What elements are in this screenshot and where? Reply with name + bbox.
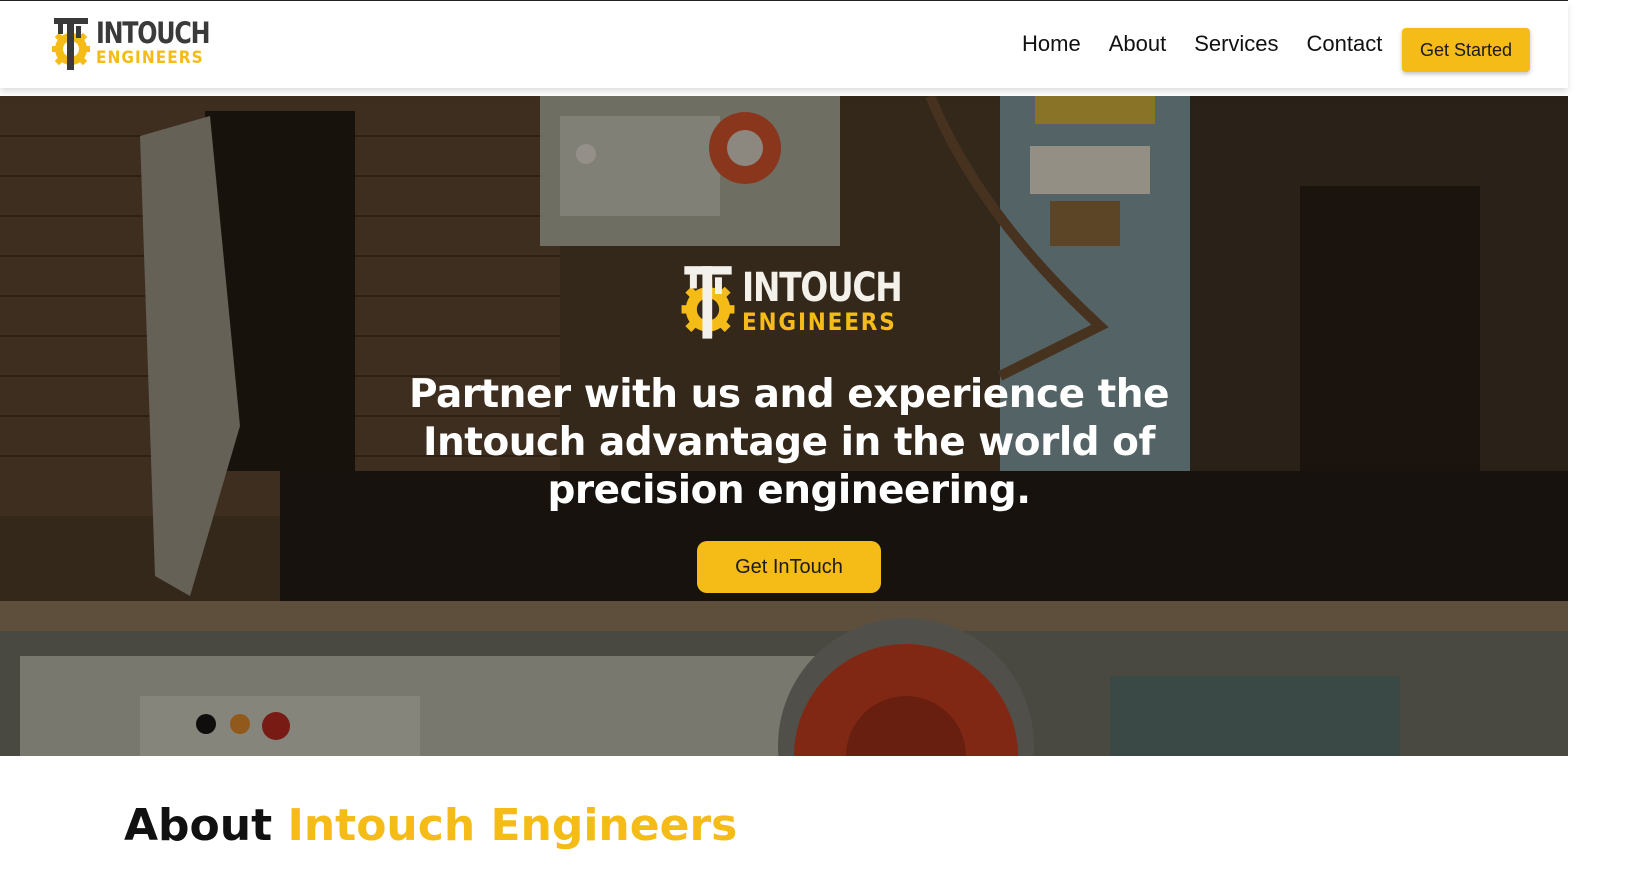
hero-brand-line2: ENGINEERS [742,308,897,336]
hero-brand-line1: INTOUCH [742,265,903,311]
hero-headline: Partner with us and experience the Intou… [408,372,1170,513]
about-heading-accent: Intouch Engineers [287,800,738,851]
brand-name-line2: ENGINEERS [96,48,204,68]
header-logo[interactable]: INTOUCH ENGINEERS [50,15,234,71]
nav-contact-link[interactable]: Contact [1307,31,1383,57]
site-header: INTOUCH ENGINEERS Home About Services Co… [0,0,1568,88]
main-nav: Home About Services Contact [1022,31,1410,57]
get-started-button[interactable]: Get Started [1402,28,1530,72]
nav-services-link[interactable]: Services [1194,31,1278,57]
caliper-gear-icon [681,266,735,339]
brand-name-line1: INTOUCH [96,16,210,50]
caliper-gear-icon [52,18,90,70]
page-gutter [1568,0,1650,870]
nav-about-link[interactable]: About [1109,31,1167,57]
about-heading-prefix: About [124,800,273,851]
get-intouch-button[interactable]: Get InTouch [697,541,881,593]
nav-home-link[interactable]: Home [1022,31,1081,57]
about-heading: About Intouch Engineers [124,800,737,851]
hero-logo: INTOUCH ENGINEERS [678,262,936,340]
hero-section: INTOUCH ENGINEERS Partner with us and ex… [0,96,1568,756]
